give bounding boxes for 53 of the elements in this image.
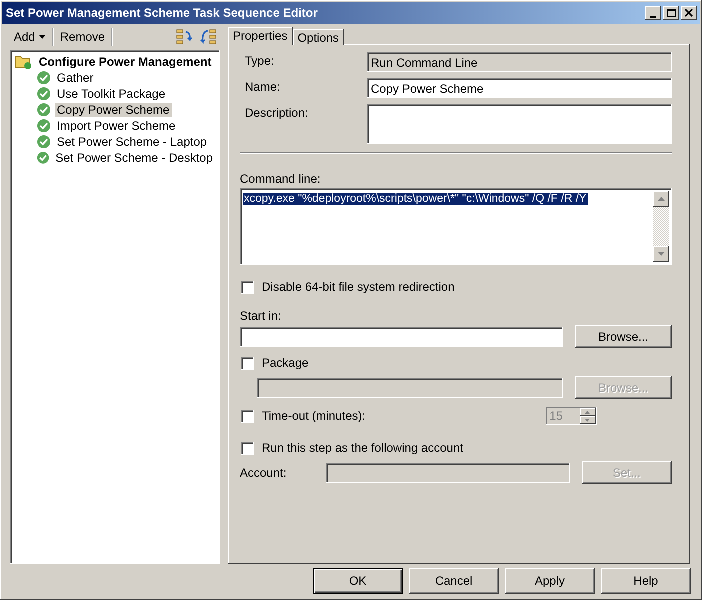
scrollbar[interactable] [653, 191, 669, 262]
checkbox-label: Time-out (minutes): [262, 409, 366, 423]
check-circle-icon [37, 119, 51, 133]
tab[interactable]: Options [292, 29, 344, 45]
maximize-button[interactable] [663, 6, 679, 20]
remove-button[interactable]: Remove [56, 28, 110, 46]
dialog-button[interactable]: Apply [505, 568, 595, 594]
folder-icon [15, 54, 33, 70]
checkbox-label: Disable 64-bit file system redirection [262, 280, 455, 294]
dialog-button[interactable]: OK [313, 568, 403, 594]
field-label: Account: [240, 466, 288, 480]
field-label: Type: [244, 53, 276, 68]
check-circle-icon [37, 71, 51, 85]
window-title: Set Power Management Scheme Task Sequence Editor [6, 6, 318, 20]
dialog-button[interactable]: Cancel [409, 568, 499, 594]
tab[interactable]: Properties [228, 27, 293, 45]
field-label: Command line: [240, 172, 322, 186]
add-dropdown[interactable]: Add [10, 28, 50, 46]
input-field[interactable]: Copy Power Scheme [367, 78, 672, 98]
tree-item[interactable]: Gather [55, 71, 96, 85]
check-circle-icon [37, 103, 51, 117]
close-button[interactable] [681, 6, 697, 20]
move-down-icon[interactable] [200, 28, 218, 46]
checkbox-label: Package [262, 356, 309, 370]
dialog-button[interactable]: Help [601, 568, 691, 594]
scroll-up-icon[interactable] [658, 197, 664, 201]
tree-item[interactable]: Import Power Scheme [55, 119, 178, 133]
checkbox[interactable] [241, 442, 254, 454]
input-field[interactable] [367, 104, 672, 144]
tree-item[interactable]: Use Toolkit Package [55, 87, 168, 101]
checkbox-label: Run this step as the following account [262, 441, 464, 455]
command-line-field[interactable]: xcopy.exe "%deployroot%\scripts\power\*" "c:\Windows" /Q /F /R /Y [240, 188, 672, 265]
minimize-button[interactable] [645, 6, 661, 20]
checkbox[interactable] [241, 280, 254, 294]
tree-item[interactable]: Copy Power Scheme [55, 103, 172, 117]
input-field[interactable] [240, 326, 563, 346]
command-text: xcopy.exe "%deployroot%\scripts\power\*" "c:\Windows" /Q /F /R /Y [243, 193, 588, 205]
field-label: Start in: [240, 309, 282, 323]
minimize-icon [650, 16, 656, 18]
close-icon [685, 9, 693, 17]
field-label: Name: [244, 79, 282, 94]
check-circle-icon [37, 135, 51, 149]
tree-item[interactable]: Set Power Scheme - Laptop [55, 135, 210, 149]
check-circle-icon [37, 87, 51, 101]
caret-icon [39, 35, 46, 39]
move-up-icon[interactable] [176, 28, 194, 46]
button[interactable]: Browse... [575, 325, 672, 348]
maximize-icon [666, 9, 676, 17]
scroll-down-icon[interactable] [658, 252, 664, 256]
tree-item[interactable]: Set Power Scheme - Desktop [54, 151, 215, 165]
tree-item[interactable]: Configure Power Management [37, 55, 214, 69]
field-label: Description: [244, 105, 310, 120]
check-circle-icon [37, 151, 50, 165]
